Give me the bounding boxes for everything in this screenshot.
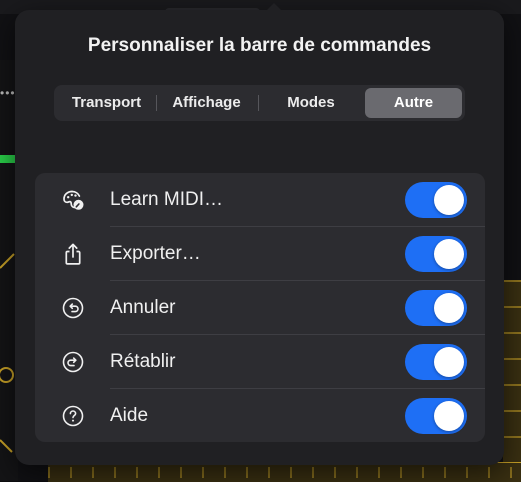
- popover-arrow: [265, 3, 283, 12]
- item-label: Aide: [110, 405, 149, 426]
- toggle-knob: [434, 185, 464, 215]
- item-label: Learn MIDI…: [110, 189, 223, 210]
- tab-autre[interactable]: Autre: [365, 88, 462, 118]
- list-item-annuler: Annuler: [35, 281, 485, 335]
- list-item-exporter: Exporter…: [35, 227, 485, 281]
- exporter-toggle[interactable]: [405, 236, 467, 272]
- options-list: Learn MIDI… Exporter… Annuler Rétablir A…: [35, 173, 485, 442]
- aide-toggle[interactable]: [405, 398, 467, 434]
- help-icon: [61, 404, 85, 428]
- background-gold-region-right: [503, 280, 521, 470]
- toggle-knob: [434, 239, 464, 269]
- toggle-knob: [434, 347, 464, 377]
- tab-modes[interactable]: Modes: [258, 88, 364, 118]
- midi-learn-icon: [61, 188, 85, 212]
- learn-midi-toggle[interactable]: [405, 182, 467, 218]
- share-export-icon: [61, 242, 85, 266]
- tab-transport[interactable]: Transport: [58, 88, 155, 118]
- item-label: Exporter…: [110, 243, 201, 264]
- annuler-toggle[interactable]: [405, 290, 467, 326]
- category-segmented-control: Transport Affichage Modes Autre: [54, 85, 465, 121]
- customize-control-bar-popover: Personnaliser la barre de commandes Tran…: [15, 3, 504, 465]
- popover-title: Personnaliser la barre de commandes: [87, 35, 432, 56]
- item-label: Annuler: [110, 297, 176, 318]
- list-item-retablir: Rétablir: [35, 335, 485, 389]
- tab-affichage[interactable]: Affichage: [156, 88, 257, 118]
- background-gold-region-bottom: [48, 462, 521, 482]
- item-label: Rétablir: [110, 351, 176, 372]
- list-item-learn-midi: Learn MIDI…: [35, 173, 485, 227]
- background-track-icons: [0, 240, 16, 470]
- list-item-aide: Aide: [35, 389, 485, 442]
- redo-icon: [61, 350, 85, 374]
- more-dots-icon: •••: [0, 86, 16, 100]
- toggle-knob: [434, 401, 464, 431]
- retablir-toggle[interactable]: [405, 344, 467, 380]
- toggle-knob: [434, 293, 464, 323]
- undo-icon: [61, 296, 85, 320]
